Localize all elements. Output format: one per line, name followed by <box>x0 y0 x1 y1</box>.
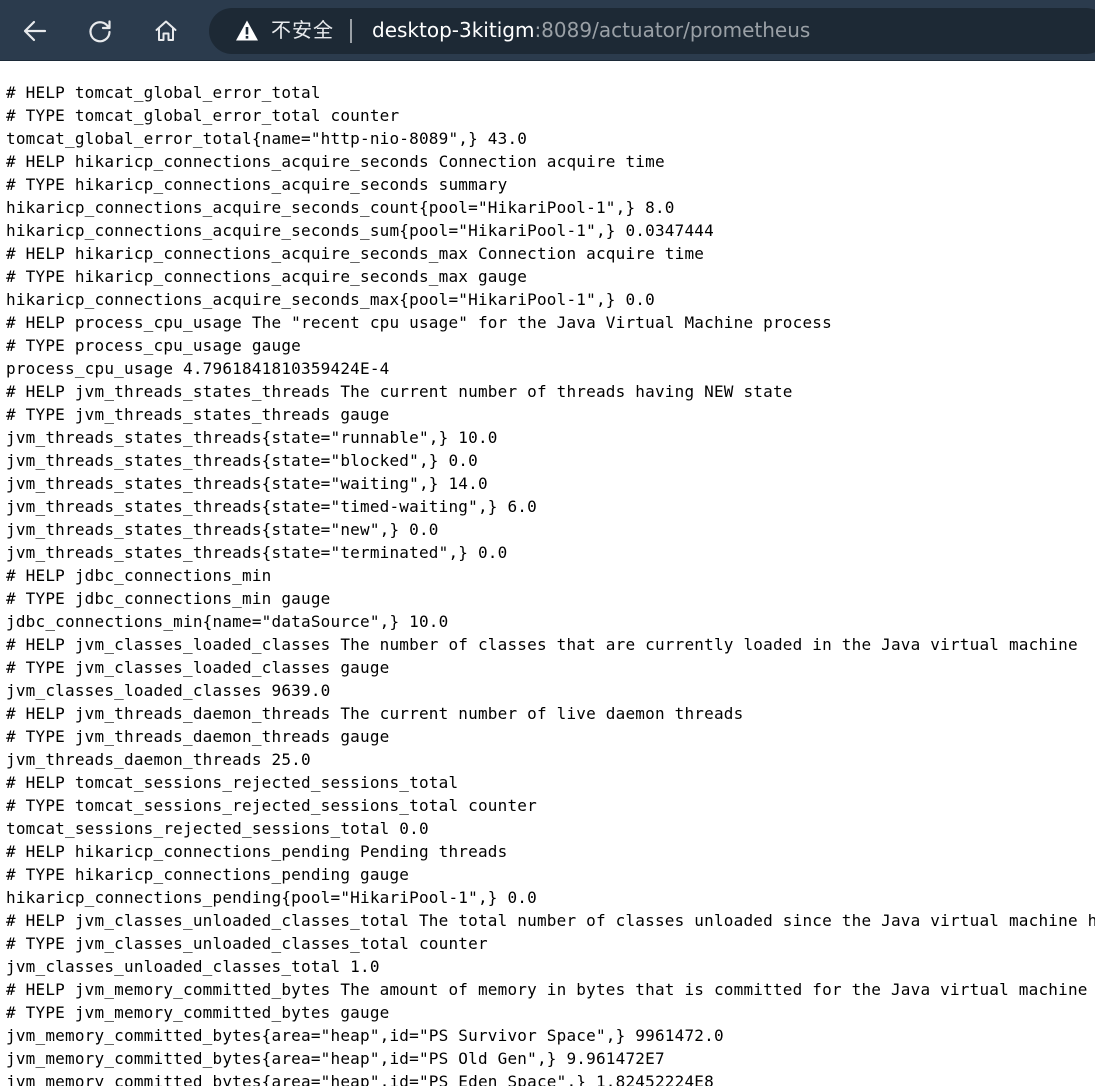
metric-type-line: # TYPE jvm_classes_loaded_classes gauge <box>6 658 390 677</box>
metric-type-line: # TYPE jdbc_connections_min gauge <box>6 589 331 608</box>
warning-icon[interactable] <box>235 19 259 43</box>
address-bar[interactable]: 不安全 desktop-3kitigm:8089/actuator/promet… <box>209 8 1095 54</box>
url-host: desktop-3kitigm <box>372 18 535 42</box>
metric-help-line: # HELP hikaricp_connections_pending Pend… <box>6 842 508 861</box>
metric-help-line: # HELP jvm_classes_loaded_classes The nu… <box>6 635 1078 654</box>
metric-sample-line: jvm_threads_states_threads{state="new",}… <box>6 520 439 539</box>
metric-sample-line: jvm_threads_states_threads{state="runnab… <box>6 428 498 447</box>
metric-help-line: # HELP hikaricp_connections_acquire_seco… <box>6 244 705 263</box>
metric-sample-line: tomcat_sessions_rejected_sessions_total … <box>6 819 429 838</box>
metric-sample-line: jvm_threads_daemon_threads 25.0 <box>6 750 311 769</box>
metric-sample-line: jvm_threads_states_threads{state="termin… <box>6 543 508 562</box>
reload-button[interactable] <box>80 11 120 51</box>
metric-help-line: # HELP hikaricp_connections_acquire_seco… <box>6 152 665 171</box>
metric-type-line: # TYPE tomcat_sessions_rejected_sessions… <box>6 796 537 815</box>
url-path: :8089/actuator/prometheus <box>534 18 811 42</box>
reload-icon <box>89 20 111 43</box>
browser-toolbar: 不安全 desktop-3kitigm:8089/actuator/promet… <box>0 0 1095 61</box>
metric-help-line: # HELP jvm_threads_states_threads The cu… <box>6 382 793 401</box>
metric-sample-line: jvm_classes_loaded_classes 9639.0 <box>6 681 331 700</box>
metric-help-line: # HELP tomcat_sessions_rejected_sessions… <box>6 773 459 792</box>
metric-sample-line: jvm_memory_committed_bytes{area="heap",i… <box>6 1026 724 1045</box>
metric-sample-line: jvm_memory_committed_bytes{area="heap",i… <box>6 1072 714 1086</box>
metric-help-line: # HELP jvm_threads_daemon_threads The cu… <box>6 704 744 723</box>
metric-help-line: # HELP process_cpu_usage The "recent cpu… <box>6 313 832 332</box>
metric-sample-line: process_cpu_usage 4.7961841810359424E-4 <box>6 359 390 378</box>
metric-type-line: # TYPE jvm_memory_committed_bytes gauge <box>6 1003 390 1022</box>
home-button[interactable] <box>146 11 186 51</box>
security-status-label[interactable]: 不安全 <box>271 17 334 43</box>
metric-sample-line: jvm_memory_committed_bytes{area="heap",i… <box>6 1049 665 1068</box>
metric-type-line: # TYPE jvm_threads_states_threads gauge <box>6 405 390 424</box>
metric-sample-line: jvm_threads_states_threads{state="timed-… <box>6 497 537 516</box>
metric-help-line: # HELP jvm_memory_committed_bytes The am… <box>6 980 1095 999</box>
metric-help-line: # HELP tomcat_global_error_total <box>6 83 321 102</box>
metric-sample-line: hikaricp_connections_acquire_seconds_cou… <box>6 198 675 217</box>
metric-type-line: # TYPE hikaricp_connections_pending gaug… <box>6 865 410 884</box>
metric-sample-line: hikaricp_connections_pending{pool="Hikar… <box>6 888 537 907</box>
metric-sample-line: tomcat_global_error_total{name="http-nio… <box>6 129 528 148</box>
back-button[interactable] <box>15 11 55 51</box>
metric-help-line: # HELP jdbc_connections_min <box>6 566 272 585</box>
home-icon <box>155 20 177 41</box>
metric-type-line: # TYPE jvm_classes_unloaded_classes_tota… <box>6 934 488 953</box>
metric-type-line: # TYPE tomcat_global_error_total counter <box>6 106 400 125</box>
back-arrow-icon <box>23 20 47 42</box>
metric-help-line: # HELP jvm_classes_unloaded_classes_tota… <box>6 911 1095 930</box>
prometheus-metrics-text: # HELP tomcat_global_error_total # TYPE t… <box>0 61 1095 1086</box>
metric-sample-line: jvm_threads_states_threads{state="waitin… <box>6 474 488 493</box>
metric-type-line: # TYPE hikaricp_connections_acquire_seco… <box>6 175 508 194</box>
metric-sample-line: hikaricp_connections_acquire_seconds_sum… <box>6 221 714 240</box>
url-text[interactable]: desktop-3kitigm:8089/actuator/prometheus <box>372 17 810 43</box>
metric-type-line: # TYPE process_cpu_usage gauge <box>6 336 301 355</box>
omnibox-divider <box>350 19 352 43</box>
metric-type-line: # TYPE hikaricp_connections_acquire_seco… <box>6 267 528 286</box>
metric-sample-line: hikaricp_connections_acquire_seconds_max… <box>6 290 655 309</box>
page-content: # HELP tomcat_global_error_total # TYPE t… <box>0 61 1095 1086</box>
metric-sample-line: jvm_threads_states_threads{state="blocke… <box>6 451 478 470</box>
metric-sample-line: jdbc_connections_min{name="dataSource",}… <box>6 612 449 631</box>
metric-sample-line: jvm_classes_unloaded_classes_total 1.0 <box>6 957 380 976</box>
metric-type-line: # TYPE jvm_threads_daemon_threads gauge <box>6 727 390 746</box>
